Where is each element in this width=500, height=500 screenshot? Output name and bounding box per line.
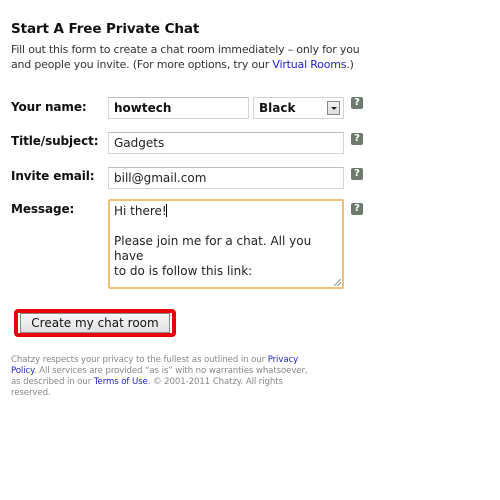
resize-handle-icon[interactable]	[334, 279, 341, 286]
footer-line-3-suffix: . © 2001-2011 Chatzy. All rights	[147, 377, 283, 387]
message-help-icon[interactable]: ?	[351, 203, 363, 215]
intro-line-2-suffix: .)	[346, 58, 354, 71]
email-input[interactable]	[108, 167, 344, 189]
message-label: Message:	[11, 202, 75, 216]
text-cursor	[165, 204, 167, 217]
name-input[interactable]	[108, 97, 249, 119]
color-select-value: Black	[259, 101, 296, 115]
intro-line-2-text: and people you invite. (For more options…	[11, 58, 273, 71]
footer-line-2: Policy. All services are provided “as is…	[11, 366, 336, 377]
terms-of-use-link[interactable]: Terms of Use	[94, 377, 148, 387]
chevron-down-icon[interactable]	[327, 101, 340, 115]
footer-line-3-text: as described in our	[11, 377, 94, 387]
message-textarea[interactable]: Hi there! Please join me for a chat. All…	[108, 199, 344, 289]
color-select[interactable]: Black	[253, 97, 344, 119]
page-title: Start A Free Private Chat	[11, 21, 200, 37]
email-help-icon[interactable]: ?	[351, 168, 363, 180]
title-help-icon[interactable]: ?	[351, 133, 363, 145]
footer-text: Chatzy respects your privacy to the full…	[11, 355, 336, 399]
intro-text: Fill out this form to create a chat room…	[11, 42, 401, 72]
footer-line-1-text: Chatzy respects your privacy to the full…	[11, 355, 268, 365]
footer-line-1: Chatzy respects your privacy to the full…	[11, 355, 336, 366]
message-line-3: Please join me for a chat. All you have	[114, 234, 316, 263]
title-label: Title/subject:	[11, 134, 99, 148]
intro-line-1: Fill out this form to create a chat room…	[11, 43, 360, 56]
virtual-rooms-link[interactable]: Virtual Rooms	[272, 58, 346, 71]
footer-line-3: as described in our Terms of Use. © 2001…	[11, 377, 336, 388]
email-label: Invite email:	[11, 169, 95, 183]
title-input[interactable]	[108, 132, 344, 154]
privacy-policy-link-cont[interactable]: Policy	[11, 366, 34, 376]
footer-line-4: reserved.	[11, 388, 51, 398]
name-help-icon[interactable]: ?	[351, 97, 363, 109]
message-line-4: to do is follow this link:	[114, 264, 253, 278]
name-label: Your name:	[11, 100, 87, 114]
intro-line-2: and people you invite. (For more options…	[11, 57, 401, 72]
create-chat-room-button[interactable]: Create my chat room	[20, 313, 170, 333]
message-line-1: Hi there!	[114, 204, 167, 218]
footer-line-2-text: . All services are provided “as is” with…	[33, 366, 308, 376]
privacy-policy-link[interactable]: Privacy	[268, 355, 299, 365]
